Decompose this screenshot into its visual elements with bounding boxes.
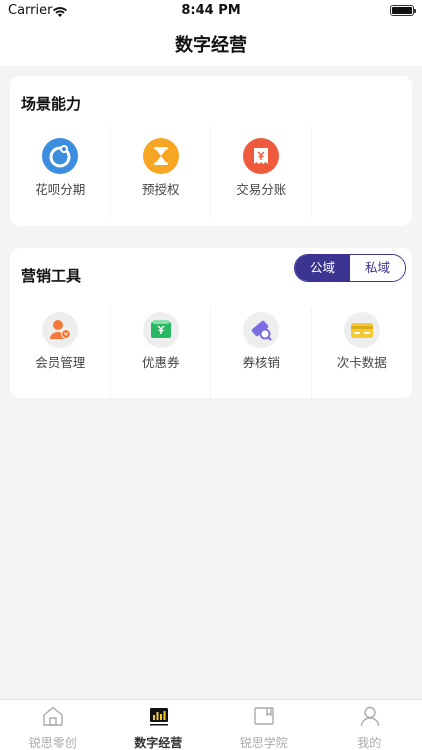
marketing-grid: 会员管理 优惠券 券核销 次卡数据 (10, 308, 412, 400)
tab-profile[interactable]: 我的 (317, 700, 422, 750)
punch-card-icon (343, 312, 380, 348)
huabei-installment-icon (42, 138, 78, 174)
chart-icon (148, 705, 170, 727)
nav-bar: 数字经营 (0, 22, 422, 66)
status-bar: Carrier 8:44 PM (0, 0, 422, 22)
tab-label: 锐思零创 (28, 736, 77, 750)
marketing-tools-card: 营销工具 公域 私域 会员管理 优惠券 券核销 次卡数据 (10, 248, 412, 400)
marketing-item-label: 券核销 (242, 355, 280, 370)
clock: 8:44 PM (181, 3, 241, 18)
marketing-item-label: 次卡数据 (336, 355, 387, 370)
profile-icon (359, 705, 381, 727)
scene-item-label: 预授权 (141, 182, 180, 197)
tab-academy[interactable]: 锐思学院 (211, 700, 317, 750)
scene-item-huabei[interactable]: 花呗分期 (10, 126, 111, 218)
tab-digital-business[interactable]: 数字经营 (106, 700, 212, 750)
domain-toggle: 公域 私域 (294, 254, 406, 282)
coupon-icon (142, 312, 179, 348)
section-title: 场景能力 (21, 95, 82, 113)
scene-item-pre-auth[interactable]: 预授权 (111, 126, 211, 218)
hourglass-icon (142, 138, 179, 174)
split-bill-icon (243, 138, 279, 174)
scene-item-split-bill[interactable]: 交易分账 (211, 126, 312, 218)
scene-capability-card: 场景能力 花呗分期 预授权 交易分账 (10, 76, 412, 226)
marketing-item-punch-card[interactable]: 次卡数据 (312, 308, 413, 400)
battery-icon (390, 5, 416, 16)
tab-home[interactable]: 锐思零创 (0, 700, 106, 750)
marketing-item-coupon[interactable]: 优惠券 (111, 308, 211, 400)
scene-item-label: 花呗分期 (35, 182, 86, 197)
book-icon (253, 705, 275, 727)
member-icon (42, 312, 78, 348)
tab-bar: 锐思零创 数字经营 锐思学院 我的 (0, 699, 422, 750)
tab-label: 数字经营 (134, 736, 183, 750)
marketing-item-label: 会员管理 (35, 355, 86, 370)
marketing-item-label: 优惠券 (141, 355, 180, 370)
scene-item-label: 交易分账 (236, 182, 287, 197)
marketing-item-coupon-verify[interactable]: 券核销 (211, 308, 312, 400)
coupon-verify-icon (243, 312, 279, 348)
home-icon (42, 705, 64, 727)
page-title: 数字经营 (175, 35, 247, 56)
scene-item-empty (312, 126, 413, 218)
marketing-item-member[interactable]: 会员管理 (10, 308, 111, 400)
tab-label: 锐思学院 (239, 736, 288, 750)
scene-grid: 花呗分期 预授权 交易分账 (10, 126, 412, 218)
toggle-public-domain[interactable]: 公域 (295, 255, 350, 281)
toggle-private-domain[interactable]: 私域 (350, 255, 405, 281)
tab-label: 我的 (357, 736, 382, 750)
section-title: 营销工具 (21, 267, 82, 285)
